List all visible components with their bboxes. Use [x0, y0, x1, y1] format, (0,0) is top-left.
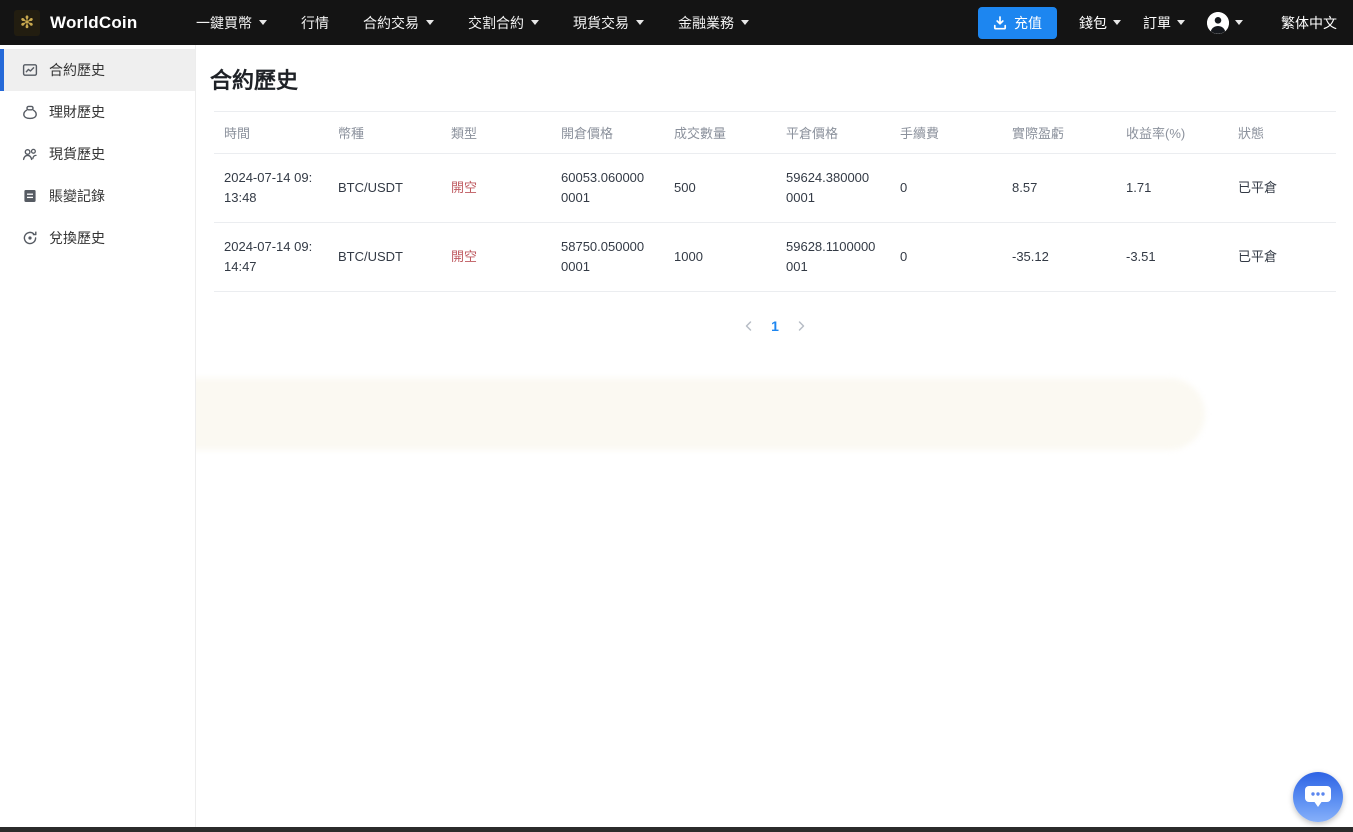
caret-down-icon — [1235, 20, 1243, 25]
menu-item-delivery-contract[interactable]: 交割合約 — [468, 13, 539, 33]
cell-amount: 1000 — [664, 223, 776, 292]
menu-item-buy-coin[interactable]: 一鍵買幣 — [196, 13, 267, 33]
cell-time: 2024-07-14 09:14:47 — [214, 223, 328, 292]
cell-status: 已平倉 — [1228, 154, 1336, 223]
col-header-open-price: 開倉價格 — [551, 112, 664, 154]
col-header-type: 類型 — [441, 112, 551, 154]
account-change-icon — [22, 188, 38, 204]
sidebar-item-contract-history[interactable]: 合約歷史 — [0, 49, 195, 91]
cell-time: 2024-07-14 09:13:48 — [214, 154, 328, 223]
menu-item-label: 一鍵買幣 — [196, 13, 252, 33]
table-row: 2024-07-14 09:14:47 BTC/USDT 開空 58750.05… — [214, 223, 1336, 292]
orders-dropdown[interactable]: 訂單 — [1143, 13, 1185, 33]
col-header-amount: 成交數量 — [664, 112, 776, 154]
caret-down-icon — [636, 20, 644, 25]
brand-name: WorldCoin — [50, 13, 137, 33]
brand[interactable]: ✻ WorldCoin — [14, 10, 196, 36]
chat-bubble-icon — [1304, 784, 1332, 810]
cell-roi: 1.71 — [1116, 154, 1228, 223]
brand-logo-icon: ✻ — [14, 10, 40, 36]
spot-history-icon — [22, 146, 38, 162]
account-dropdown[interactable] — [1207, 12, 1243, 34]
bottom-bar — [0, 827, 1353, 832]
sidebar-item-label: 賬變記錄 — [49, 186, 105, 206]
col-header-close-price: 平倉價格 — [776, 112, 890, 154]
cell-close-price: 59628.1100000001 — [776, 223, 890, 292]
cell-type: 開空 — [441, 223, 551, 292]
cell-status: 已平倉 — [1228, 223, 1336, 292]
download-icon — [993, 16, 1007, 30]
menu-item-spot-trade[interactable]: 現貨交易 — [573, 13, 644, 33]
col-header-status: 狀態 — [1228, 112, 1336, 154]
table-header-row: 時間 幣種 類型 開倉價格 成交數量 平倉價格 手續費 實際盈虧 收益率(%) … — [214, 112, 1336, 154]
exchange-history-icon — [22, 230, 38, 246]
caret-down-icon — [741, 20, 749, 25]
sidebar-item-label: 理財歷史 — [49, 102, 105, 122]
col-header-time: 時間 — [214, 112, 328, 154]
caret-down-icon — [1177, 20, 1185, 25]
main-content: 合約歷史 時間 幣種 類型 開倉價格 成交數量 平倉價格 手續費 實際盈虧 收益… — [196, 45, 1353, 832]
contract-history-table: 時間 幣種 類型 開倉價格 成交數量 平倉價格 手續費 實際盈虧 收益率(%) … — [214, 111, 1336, 292]
wallet-label: 錢包 — [1079, 13, 1107, 33]
caret-down-icon — [426, 20, 434, 25]
sidebar-item-account-changes[interactable]: 賬變記錄 — [0, 175, 195, 217]
sidebar: 合約歷史 理財歷史 現貨歷史 賬變記錄 兌換歷史 — [0, 45, 196, 827]
language-switcher[interactable]: 繁体中文 — [1281, 13, 1337, 33]
col-header-pair: 幣種 — [328, 112, 441, 154]
cell-pnl: 8.57 — [1002, 154, 1116, 223]
caret-down-icon — [531, 20, 539, 25]
wallet-dropdown[interactable]: 錢包 — [1079, 13, 1121, 33]
sidebar-item-label: 合約歷史 — [49, 60, 105, 80]
cell-pnl: -35.12 — [1002, 223, 1116, 292]
prev-page-button[interactable] — [741, 318, 757, 334]
cell-open-price: 60053.0600000001 — [551, 154, 664, 223]
user-avatar-icon — [1207, 12, 1229, 34]
main-menu: 一鍵買幣 行情 合約交易 交割合約 現貨交易 金融業務 — [196, 13, 978, 33]
page-number[interactable]: 1 — [771, 318, 779, 334]
menu-item-market[interactable]: 行情 — [301, 13, 329, 33]
cell-fee: 0 — [890, 223, 1002, 292]
col-header-fee: 手續費 — [890, 112, 1002, 154]
cell-roi: -3.51 — [1116, 223, 1228, 292]
col-header-pnl: 實際盈虧 — [1002, 112, 1116, 154]
page-title: 合約歷史 — [210, 63, 1353, 95]
cell-fee: 0 — [890, 154, 1002, 223]
cell-close-price: 59624.3800000001 — [776, 154, 890, 223]
menu-item-label: 交割合約 — [468, 13, 524, 33]
sidebar-item-spot-history[interactable]: 現貨歷史 — [0, 133, 195, 175]
menu-item-contract-trade[interactable]: 合約交易 — [363, 13, 434, 33]
orders-label: 訂單 — [1143, 13, 1171, 33]
menu-item-label: 金融業務 — [678, 13, 734, 33]
chat-support-button[interactable] — [1293, 772, 1343, 822]
table-row: 2024-07-14 09:13:48 BTC/USDT 開空 60053.06… — [214, 154, 1336, 223]
cell-type: 開空 — [441, 154, 551, 223]
recharge-label: 充值 — [1014, 13, 1042, 33]
caret-down-icon — [259, 20, 267, 25]
chevron-right-icon — [795, 320, 807, 332]
cell-amount: 500 — [664, 154, 776, 223]
cell-pair: BTC/USDT — [328, 154, 441, 223]
chevron-left-icon — [743, 320, 755, 332]
sidebar-item-label: 現貨歷史 — [49, 144, 105, 164]
finance-history-icon — [22, 104, 38, 120]
menu-item-label: 現貨交易 — [573, 13, 629, 33]
menu-item-label: 行情 — [301, 13, 329, 33]
cell-open-price: 58750.0500000001 — [551, 223, 664, 292]
sidebar-item-exchange-history[interactable]: 兌換歷史 — [0, 217, 195, 259]
navbar-right: 充值 錢包 訂單 繁体中文 — [978, 7, 1337, 39]
menu-item-finance[interactable]: 金融業務 — [678, 13, 749, 33]
contract-history-icon — [22, 62, 38, 78]
sidebar-item-finance-history[interactable]: 理財歷史 — [0, 91, 195, 133]
recharge-button[interactable]: 充值 — [978, 7, 1057, 39]
sidebar-item-label: 兌換歷史 — [49, 228, 105, 248]
col-header-roi: 收益率(%) — [1116, 112, 1228, 154]
top-navbar: ✻ WorldCoin 一鍵買幣 行情 合約交易 交割合約 現貨交易 金融業務 — [0, 0, 1353, 45]
pagination: 1 — [214, 318, 1336, 334]
next-page-button[interactable] — [793, 318, 809, 334]
menu-item-label: 合約交易 — [363, 13, 419, 33]
caret-down-icon — [1113, 20, 1121, 25]
cell-pair: BTC/USDT — [328, 223, 441, 292]
